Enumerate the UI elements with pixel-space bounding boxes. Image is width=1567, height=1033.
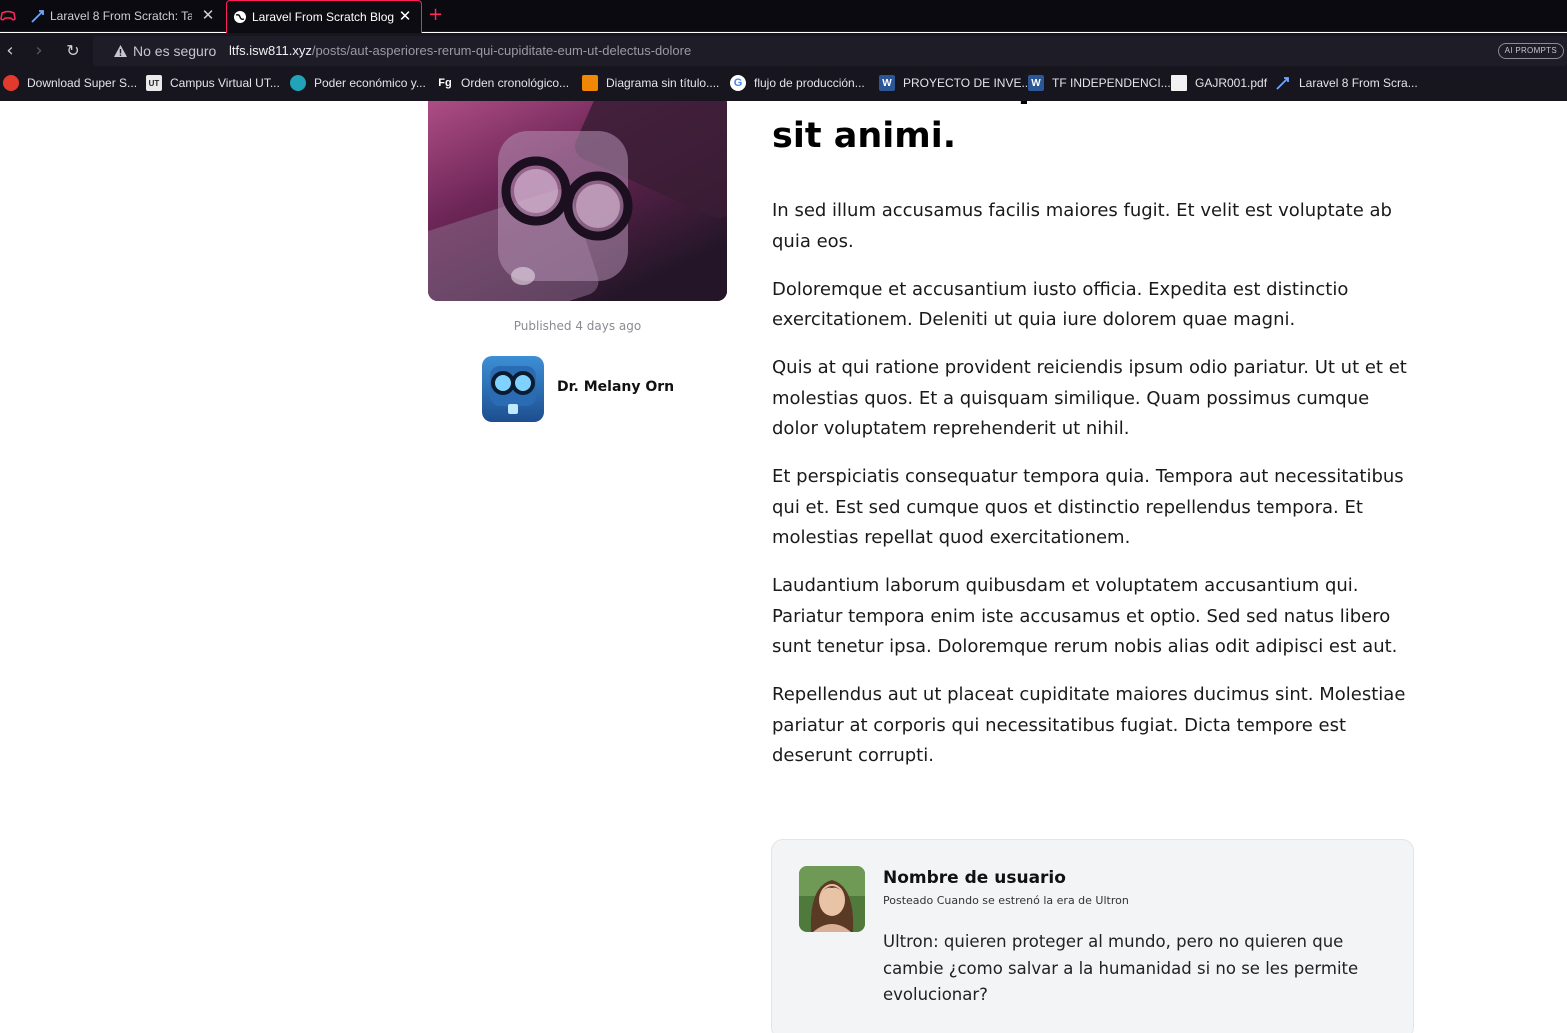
post-paragraph: Repellendus aut ut placeat cupiditate ma… (772, 684, 1406, 766)
post-paragraph: Doloremque et accusantium iusto officia.… (772, 278, 1349, 331)
post-paragraph: In sed illum accusamus facilis maiores f… (772, 200, 1392, 252)
close-tab-icon[interactable]: ✕ (397, 9, 413, 25)
tab-title: Laravel 8 From Scratch: Tab (50, 9, 192, 23)
bookmarks-bar: Download Super S... UT Campus Virtual UT… (0, 68, 1567, 101)
post-image (428, 101, 727, 301)
comment-text: Ultron: quieren proteger al mundo, pero … (883, 932, 1359, 1004)
warning-icon (114, 45, 127, 57)
laravel-icon (30, 8, 46, 24)
address-toolbar: ‹ › ↻ No es seguro ltfs.isw811.xyz/posts… (0, 33, 1567, 68)
bookmark-label: GAJR001.pdf (1195, 76, 1268, 90)
fg-bookmark-icon: Fg (437, 75, 453, 91)
new-tab-icon[interactable]: + (428, 4, 443, 25)
browser-tab-bar: Laravel 8 From Scratch: Tab ✕ Laravel Fr… (0, 0, 1567, 33)
tab-title: Laravel From Scratch Blog (252, 10, 395, 24)
bookmark-label: Orden cronológico... (461, 76, 570, 90)
url-field[interactable]: No es seguro ltfs.isw811.xyz/posts/aut-a… (93, 36, 1567, 66)
bookmark-item[interactable]: W PROYECTO DE INVE... (879, 75, 1031, 91)
word-bookmark-icon: W (1028, 75, 1044, 91)
bookmark-item[interactable]: Download Super S... (3, 75, 137, 91)
bookmark-item[interactable]: Poder económico y... (290, 75, 426, 91)
bookmark-item[interactable]: G flujo de producción... (730, 75, 865, 91)
post-title: Dolor consequatur accusamus sit animi. (772, 101, 1366, 156)
security-indicator[interactable]: No es seguro (113, 43, 216, 59)
tab-laravel-8[interactable]: Laravel 8 From Scratch: Tab ✕ (30, 0, 224, 32)
bookmark-label: Download Super S... (27, 76, 138, 90)
diagram-bookmark-icon (582, 75, 598, 91)
bookmark-label: Diagrama sin título.... (606, 76, 720, 90)
bookmark-label: Campus Virtual UT... (170, 76, 280, 90)
bookmark-item[interactable]: GAJR001.pdf (1171, 75, 1267, 91)
author-name[interactable]: Dr. Melany Orn (557, 379, 674, 395)
post-paragraph: Laudantium laborum quibusdam et voluptat… (772, 575, 1398, 657)
bookmark-item[interactable]: W TF INDEPENDENCI... (1028, 75, 1171, 91)
url-path: /posts/aut-asperiores-rerum-qui-cupidita… (311, 43, 692, 58)
post-body: In sed illum accusamus facilis maiores f… (772, 196, 1412, 789)
forward-icon[interactable]: › (29, 41, 49, 61)
author-avatar (482, 356, 544, 422)
download-bookmark-icon (3, 75, 19, 91)
close-tab-icon[interactable]: ✕ (200, 8, 216, 24)
security-label: No es seguro (133, 43, 217, 59)
word-bookmark-icon: W (879, 75, 895, 91)
back-icon[interactable]: ‹ (0, 41, 20, 61)
post-paragraph: Quis at qui ratione provident reiciendis… (772, 357, 1407, 439)
bookmark-label: flujo de producción... (754, 76, 865, 90)
comment-card: Nombre de usuario Posteado Cuando se est… (771, 839, 1414, 1033)
gamepad-menu-icon[interactable] (0, 8, 16, 24)
url-domain: ltfs.isw811.xyz (229, 43, 312, 58)
comment-username: Nombre de usuario (883, 868, 1066, 888)
google-bookmark-icon: G (730, 75, 746, 91)
file-bookmark-icon (1171, 75, 1187, 91)
page-content: Published 4 days ago Dr. Melany Orn Dolo… (0, 101, 1567, 1033)
tab-blog[interactable]: Laravel From Scratch Blog ✕ (226, 0, 422, 33)
commenter-avatar (799, 866, 865, 932)
bookmark-label: TF INDEPENDENCI... (1052, 76, 1171, 90)
bookmark-label: Laravel 8 From Scra... (1299, 76, 1418, 90)
url-text[interactable]: ltfs.isw811.xyz/posts/aut-asperiores-rer… (229, 43, 691, 58)
bookmark-item[interactable]: Diagrama sin título.... (582, 75, 719, 91)
reload-icon[interactable]: ↻ (63, 41, 83, 61)
laravel-bookmark-icon (1275, 75, 1291, 91)
bookmark-item[interactable]: UT Campus Virtual UT... (146, 75, 280, 91)
bookmark-item[interactable]: Fg Orden cronológico... (437, 75, 569, 91)
ai-prompts-button[interactable]: AI PROMPTS (1497, 43, 1564, 59)
globe-bookmark-icon (290, 75, 306, 91)
post-paragraph: Et perspiciatis consequatur tempora quia… (772, 466, 1404, 548)
campus-bookmark-icon: UT (146, 75, 162, 91)
published-date: Published 4 days ago (513, 319, 642, 333)
bookmark-label: PROYECTO DE INVE... (903, 76, 1032, 90)
globe-icon (232, 9, 248, 25)
bookmark-label: Poder económico y... (314, 76, 426, 90)
comment-meta: Posteado Cuando se estrenó la era de Ult… (883, 894, 1129, 907)
bookmark-item[interactable]: Laravel 8 From Scra... (1275, 75, 1418, 91)
